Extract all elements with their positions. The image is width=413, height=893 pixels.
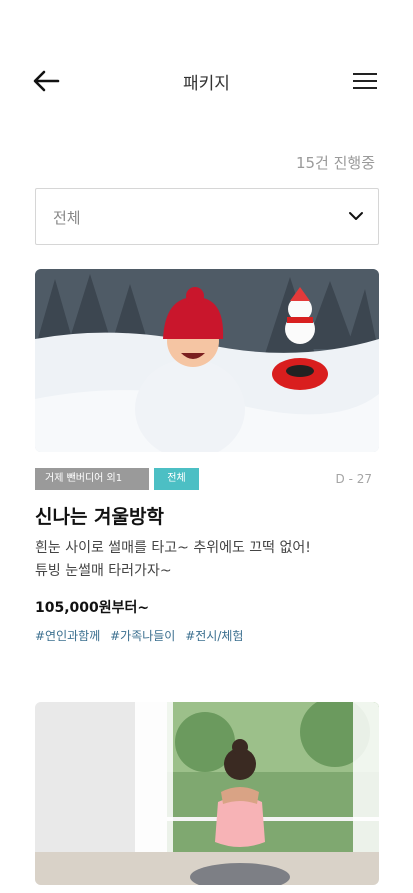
card-image-yoga[interactable]	[35, 702, 379, 885]
tag-link[interactable]: #전시/체험	[185, 629, 243, 643]
hamburger-menu-icon	[353, 73, 377, 75]
hamburger-menu-icon	[353, 87, 377, 89]
tag-link[interactable]: #가족나들이	[110, 629, 175, 643]
description-line: 튜빙 눈썰매 타러가자~	[35, 563, 172, 579]
tag-list: #연인과함께 #가족나들이 #전시/체험	[35, 627, 249, 644]
card-price: 105,000원부터~	[35, 600, 150, 616]
yoga-photo	[35, 702, 379, 885]
card-description: 흰눈 사이로 썰매를 타고~ 추위에도 끄떡 없어! 튜빙 눈썰매 타러가자~	[35, 537, 311, 583]
card-image-snow[interactable]	[35, 269, 379, 452]
chevron-down-icon	[349, 212, 363, 220]
package-count: 15건 진행중	[295, 154, 375, 172]
select-value: 전체	[53, 209, 81, 227]
category-select[interactable]: 전체	[35, 188, 379, 245]
top-bar: 패키지	[0, 58, 413, 104]
description-line: 흰눈 사이로 썰매를 타고~ 추위에도 끄떡 없어!	[35, 540, 311, 556]
category-badge: 전체	[154, 468, 199, 490]
tag-link[interactable]: #연인과함께	[35, 629, 100, 643]
menu-button[interactable]	[350, 70, 380, 92]
dday-label: D - 27	[335, 472, 372, 486]
hamburger-menu-icon	[353, 80, 377, 82]
region-badge: 거제 뺀버디어 외1	[35, 468, 149, 490]
snow-photo	[35, 269, 379, 452]
card-title[interactable]: 신나는 겨울방학	[35, 502, 164, 529]
